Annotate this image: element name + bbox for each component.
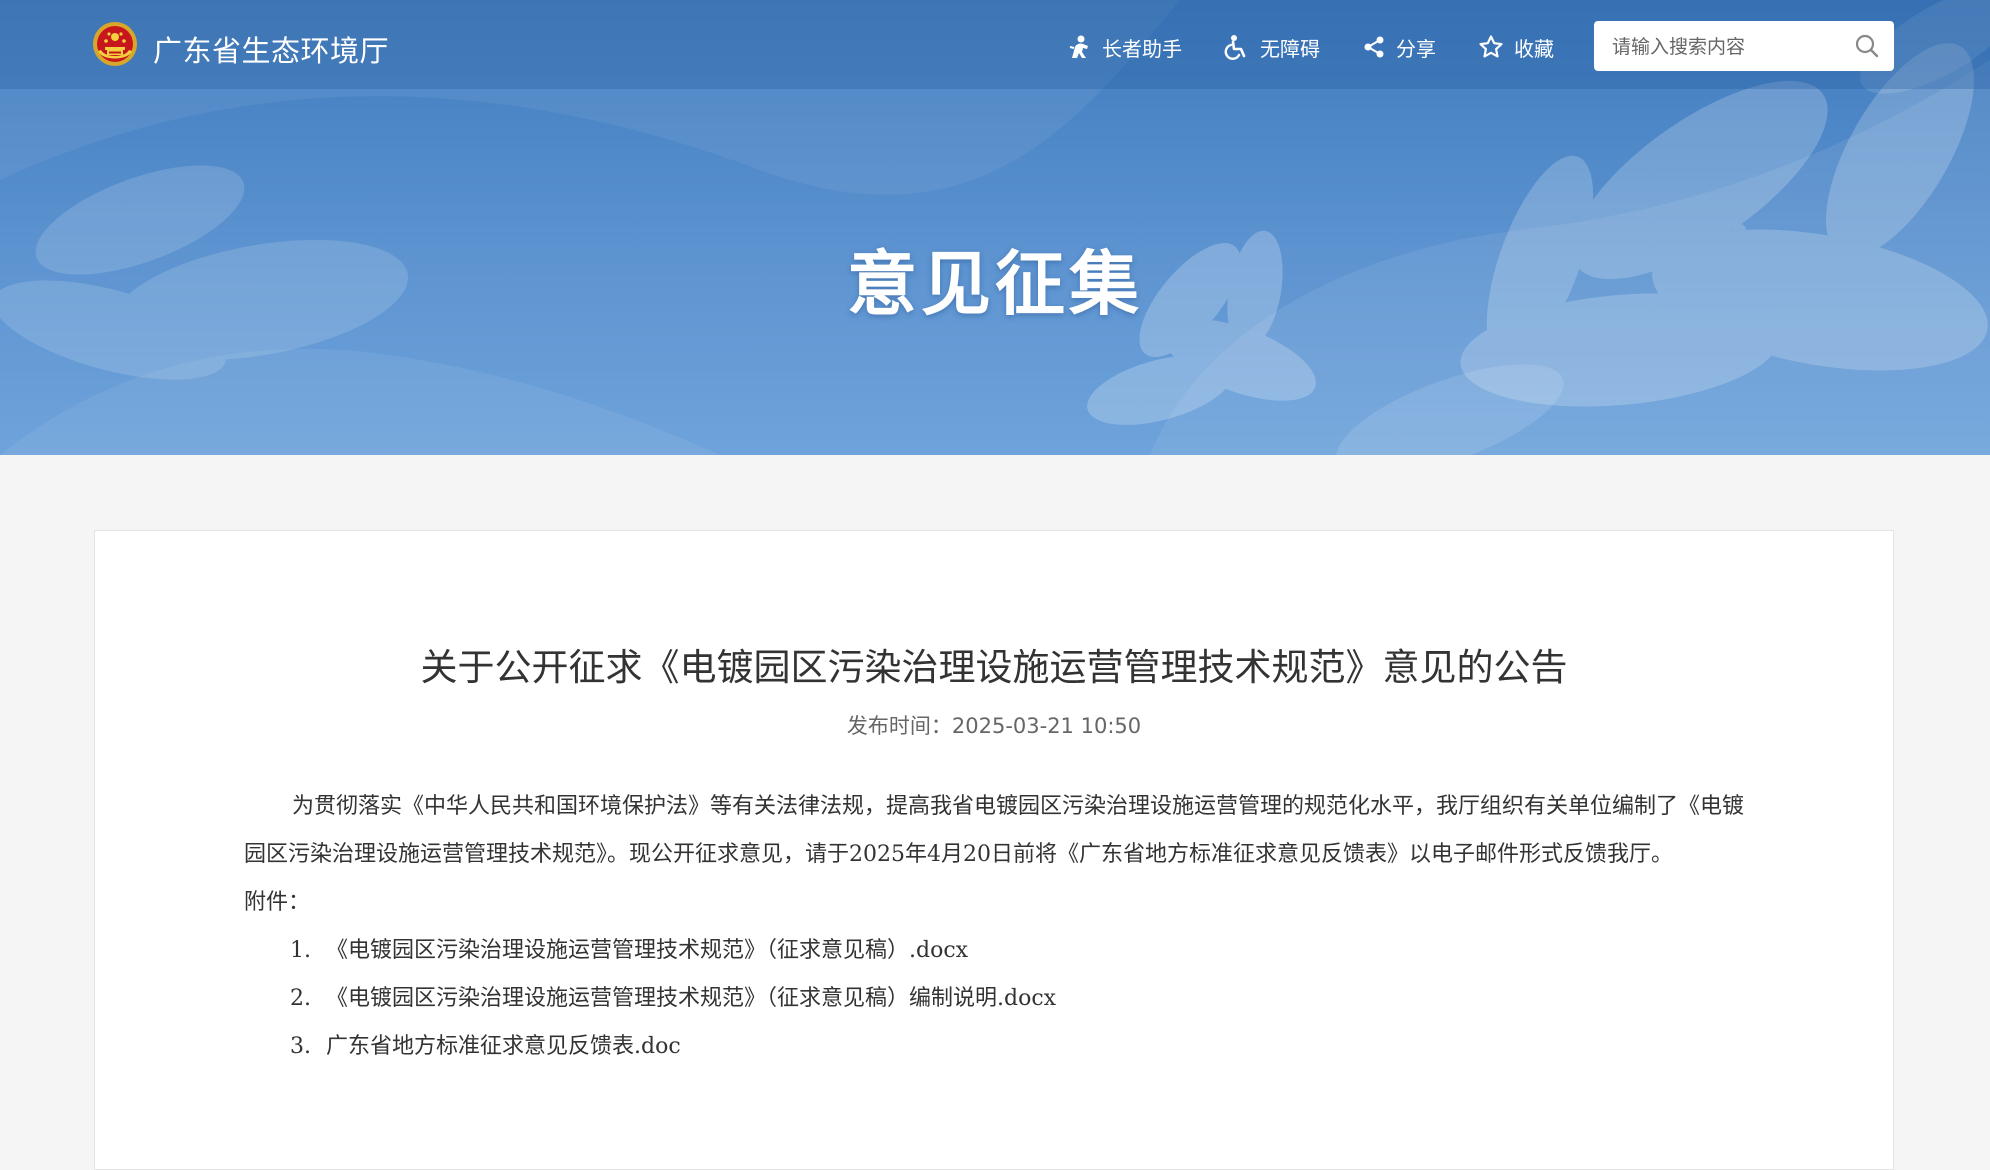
site-title[interactable]: 广东省生态环境厅 xyxy=(153,28,389,70)
article-paragraph: 为贯彻落实《中华人民共和国环境保护法》等有关法律法规，提高我省电镀园区污染治理设… xyxy=(244,794,1745,867)
attachment-item: 1. 《电镀园区污染治理设施运营管理技术规范》（征求意见稿）.docx xyxy=(244,927,1744,975)
attachment-number: 3. xyxy=(290,1034,311,1059)
attachment-link-2[interactable]: 《电镀园区污染治理设施运营管理技术规范》（征求意见稿）编制说明.docx xyxy=(326,986,1056,1011)
share-button[interactable]: 分享 xyxy=(1362,30,1436,64)
attachment-number: 1. xyxy=(290,938,311,963)
favorite-button[interactable]: 收藏 xyxy=(1478,30,1554,64)
search-input[interactable] xyxy=(1610,30,1844,64)
wheelchair-icon xyxy=(1224,35,1246,60)
banner: 广东省生态环境厅 长者助手 无障碍 分享 收藏 请输入搜索内容 意见征集 xyxy=(0,0,1990,455)
nav-label-accessibility: 无障碍 xyxy=(1260,36,1320,61)
article-body: 为贯彻落实《中华人民共和国环境保护法》等有关法律法规，提高我省电镀园区污染治理设… xyxy=(244,783,1744,1071)
attachment-link-3[interactable]: 广东省地方标准征求意见反馈表.doc xyxy=(326,1034,681,1059)
nav-label-share: 分享 xyxy=(1396,36,1436,61)
nav-label-favorite: 收藏 xyxy=(1514,36,1554,61)
publish-time: 发布时间：2025-03-21 10:50 xyxy=(846,714,1142,738)
accessibility-button[interactable]: 无障碍 xyxy=(1224,30,1320,64)
search-box xyxy=(1594,21,1894,71)
nav-label-elderly: 长者助手 xyxy=(1102,36,1182,61)
attachment-link-1[interactable]: 《电镀园区污染治理设施运营管理技术规范》（征求意见稿）.docx xyxy=(326,938,968,963)
attachments-list: 1. 《电镀园区污染治理设施运营管理技术规范》（征求意见稿）.docx 2. 《电镀… xyxy=(244,927,1744,1071)
attachment-number: 2. xyxy=(290,986,311,1011)
article-card: 关于公开征求《电镀园区污染治理设施运营管理技术规范》意见的公告 发布时间：202… xyxy=(94,530,1894,1170)
banner-title: 意见征集 xyxy=(847,243,1143,325)
elderly-assist-icon xyxy=(1069,35,1088,58)
national-emblem-logo[interactable] xyxy=(92,21,138,67)
attachment-item: 3. 广东省地方标准征求意见反馈表.doc xyxy=(244,1023,1744,1071)
star-icon xyxy=(1479,35,1503,58)
attachment-item: 2. 《电镀园区污染治理设施运营管理技术规范》（征求意见稿）编制说明.docx xyxy=(244,975,1744,1023)
article-title: 关于公开征求《电镀园区污染治理设施运营管理技术规范》意见的公告 xyxy=(420,646,1568,689)
attachments-label: 附件： xyxy=(244,890,311,915)
elderly-assist-button[interactable]: 长者助手 xyxy=(1066,30,1182,64)
share-icon xyxy=(1364,36,1384,58)
search-icon[interactable] xyxy=(1854,33,1880,59)
